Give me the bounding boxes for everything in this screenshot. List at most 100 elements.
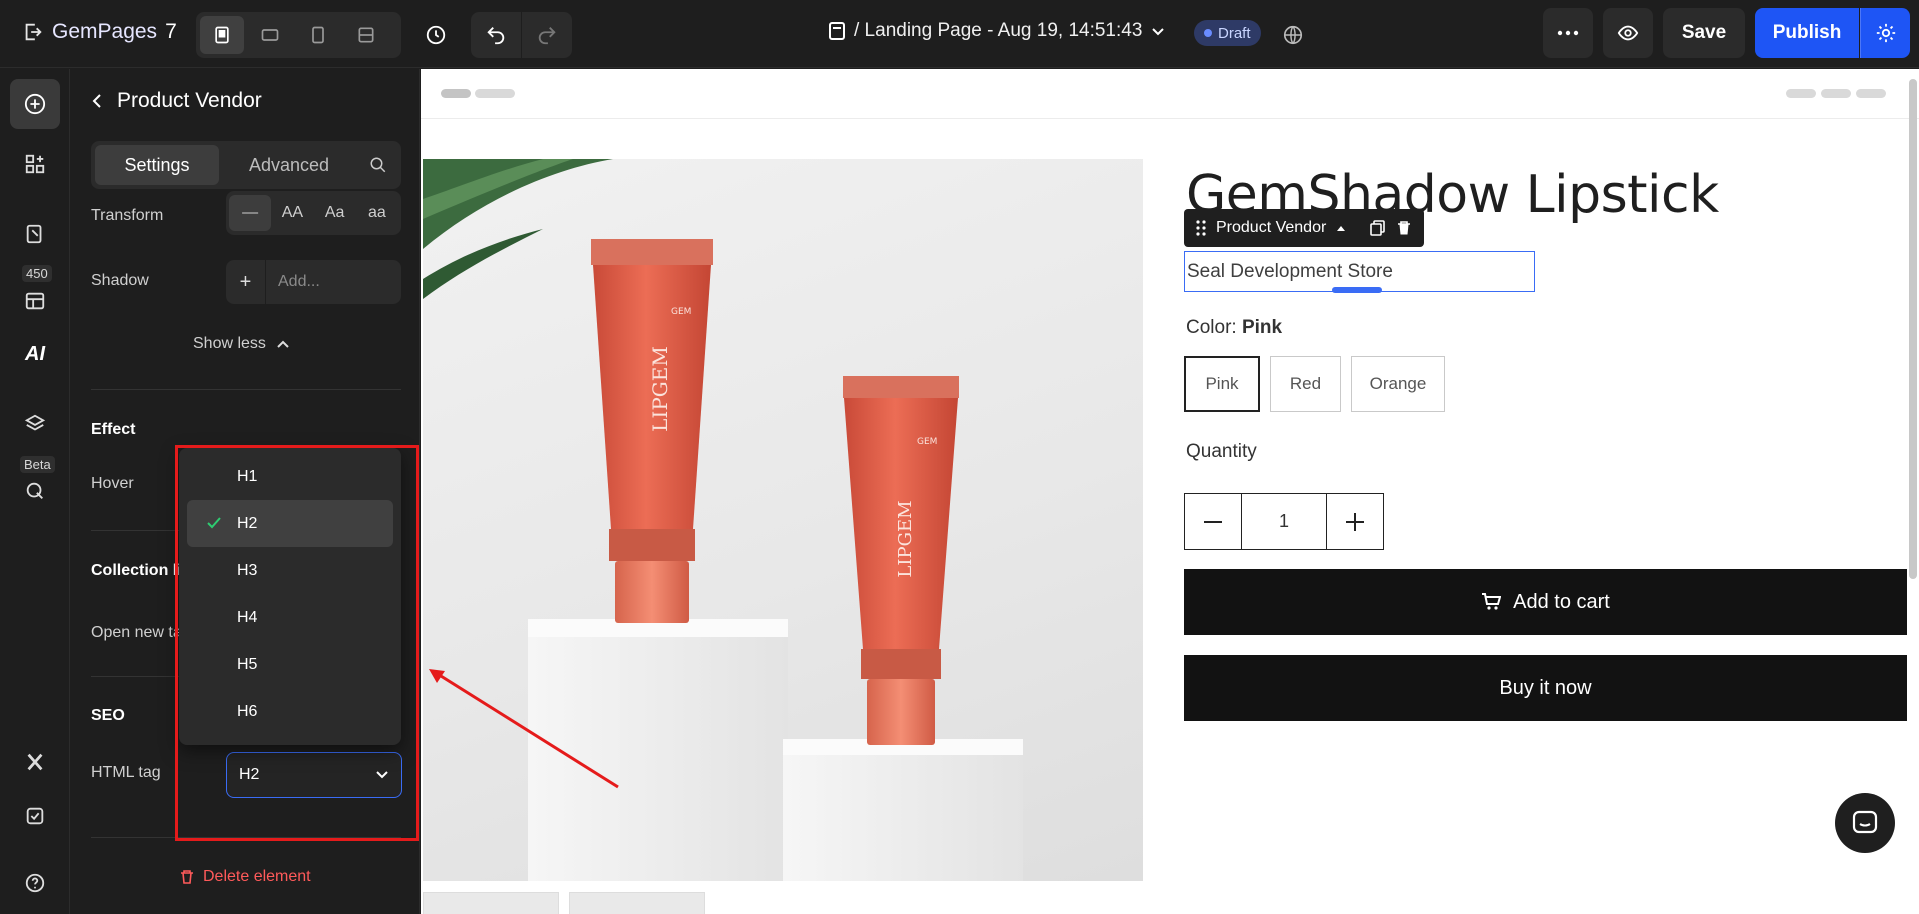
color-value: Pink bbox=[1241, 317, 1283, 338]
shadow-label: Shadow bbox=[91, 272, 149, 289]
collection-title: Collection li bbox=[91, 562, 182, 579]
templates-icon[interactable] bbox=[10, 281, 60, 321]
seo-title: SEO bbox=[91, 707, 125, 724]
transform-options: — AA Aa aa bbox=[226, 191, 401, 235]
tube-logo-text: GEM bbox=[917, 437, 937, 447]
transform-lowercase[interactable]: aa bbox=[356, 195, 398, 231]
dropdown-option-h1[interactable]: H1 bbox=[187, 453, 393, 500]
publish-settings-gear-icon[interactable] bbox=[1860, 8, 1910, 58]
swatch-pink[interactable]: Pink bbox=[1184, 356, 1260, 412]
duplicate-icon[interactable] bbox=[1370, 220, 1386, 236]
publish-button[interactable]: Publish bbox=[1755, 8, 1859, 58]
checklist-icon[interactable] bbox=[10, 791, 60, 841]
canvas-header-placeholder bbox=[421, 69, 1919, 119]
editor-canvas: LIPGEM GEM LIPGEM GEM GemShadow Lipstick… bbox=[421, 69, 1919, 914]
chat-support-icon[interactable] bbox=[1835, 793, 1895, 853]
html-tag-select[interactable]: H2 bbox=[226, 752, 402, 798]
shadow-field[interactable]: + Add... bbox=[226, 260, 401, 304]
transform-capitalize[interactable]: Aa bbox=[314, 195, 356, 231]
placeholder-bar bbox=[475, 89, 515, 98]
dropdown-option-h2[interactable]: H2 bbox=[187, 500, 393, 547]
ai-icon[interactable]: AI bbox=[10, 329, 60, 379]
color-label: Color: Pink bbox=[1186, 317, 1282, 339]
status-dot bbox=[1204, 29, 1212, 37]
tab-advanced[interactable]: Advanced bbox=[219, 145, 359, 185]
canvas-scrollbar[interactable] bbox=[1909, 79, 1917, 579]
html-tag-value: H2 bbox=[239, 766, 260, 783]
save-button[interactable]: Save bbox=[1663, 8, 1745, 58]
app-logo[interactable]: GemPages 7 bbox=[22, 20, 177, 44]
swatch-orange[interactable]: Orange bbox=[1351, 356, 1445, 412]
page-title-selector[interactable]: / Landing Page - Aug 19, 14:51:43 bbox=[828, 20, 1166, 42]
divider bbox=[91, 389, 401, 390]
thumbnail[interactable] bbox=[569, 892, 705, 914]
help-icon[interactable] bbox=[10, 858, 60, 908]
product-image[interactable]: LIPGEM GEM LIPGEM GEM bbox=[423, 159, 1143, 881]
placeholder-bar bbox=[441, 89, 471, 98]
swatch-red[interactable]: Red bbox=[1270, 356, 1341, 412]
more-options-icon[interactable] bbox=[1543, 8, 1593, 58]
tube-brand-text: LIPGEM bbox=[895, 500, 916, 577]
search-icon[interactable] bbox=[359, 156, 397, 174]
transform-none[interactable]: — bbox=[229, 195, 272, 231]
panel-tabs: Settings Advanced bbox=[91, 141, 401, 189]
resize-handle[interactable] bbox=[1332, 287, 1382, 293]
dropdown-option-h3[interactable]: H3 bbox=[187, 547, 393, 594]
placeholder-bar bbox=[1856, 89, 1886, 98]
product-vendor-element[interactable]: Seal Development Store bbox=[1184, 251, 1535, 292]
show-less-toggle[interactable]: Show less bbox=[193, 335, 290, 353]
thumbnail[interactable] bbox=[423, 892, 559, 914]
transform-uppercase[interactable]: AA bbox=[271, 195, 313, 231]
redo-icon[interactable] bbox=[521, 12, 572, 58]
preview-eye-icon[interactable] bbox=[1603, 8, 1653, 58]
check-icon bbox=[207, 517, 221, 529]
drag-handle-icon[interactable] bbox=[1196, 220, 1206, 236]
inspect-icon[interactable] bbox=[10, 471, 60, 511]
desktop-icon[interactable] bbox=[200, 16, 244, 54]
dropdown-option-h4[interactable]: H4 bbox=[187, 594, 393, 641]
dropdown-option-label: H2 bbox=[237, 514, 258, 532]
app-version: 7 bbox=[165, 20, 177, 43]
delete-element-button[interactable]: Delete element bbox=[179, 868, 311, 886]
minus-icon[interactable] bbox=[1185, 494, 1241, 549]
delete-label: Delete element bbox=[203, 868, 311, 885]
dropdown-option-h5[interactable]: H5 bbox=[187, 641, 393, 688]
trash-icon[interactable] bbox=[1396, 220, 1412, 236]
vendor-text: Seal Development Store bbox=[1187, 260, 1393, 282]
left-rail: 450 AI Beta bbox=[0, 69, 70, 914]
add-shadow-plus-icon[interactable]: + bbox=[226, 260, 266, 304]
mobile-icon[interactable] bbox=[296, 16, 340, 54]
layers-icon[interactable] bbox=[10, 399, 60, 449]
cart-icon bbox=[1482, 593, 1502, 610]
history-icon[interactable] bbox=[413, 12, 459, 58]
add-element-icon[interactable] bbox=[10, 79, 60, 129]
back-chevron-icon[interactable] bbox=[91, 93, 103, 109]
tablet-icon[interactable] bbox=[344, 16, 388, 54]
page-icon bbox=[829, 22, 845, 40]
more-preview-group bbox=[1543, 8, 1653, 58]
exit-icon[interactable] bbox=[22, 21, 44, 43]
panel-header: Product Vendor bbox=[91, 89, 262, 113]
tab-settings[interactable]: Settings bbox=[95, 145, 219, 185]
dropdown-option-h6[interactable]: H6 bbox=[187, 688, 393, 735]
globe-icon[interactable] bbox=[1270, 12, 1316, 58]
quantity-input[interactable]: 1 bbox=[1241, 494, 1327, 549]
placeholder-bar bbox=[1821, 89, 1851, 98]
quantity-stepper: 1 bbox=[1184, 493, 1384, 550]
quantity-label: Quantity bbox=[1186, 441, 1257, 462]
trash-icon bbox=[181, 870, 193, 884]
laptop-icon[interactable] bbox=[248, 16, 292, 54]
undo-icon[interactable] bbox=[471, 12, 521, 58]
divider bbox=[91, 837, 401, 838]
color-label-text: Color: bbox=[1186, 317, 1237, 338]
add-to-cart-button[interactable]: Add to cart bbox=[1184, 569, 1907, 635]
pages-icon[interactable] bbox=[10, 209, 60, 259]
x-icon[interactable] bbox=[10, 737, 60, 787]
shadow-placeholder: Add... bbox=[278, 273, 320, 290]
caret-up-icon[interactable] bbox=[1336, 224, 1346, 232]
buy-now-button[interactable]: Buy it now bbox=[1184, 655, 1907, 721]
plus-icon[interactable] bbox=[1327, 494, 1383, 549]
apps-icon[interactable] bbox=[10, 139, 60, 189]
element-toolbar-label: Product Vendor bbox=[1216, 219, 1327, 236]
open-new-tab-label: Open new ta bbox=[91, 624, 182, 641]
